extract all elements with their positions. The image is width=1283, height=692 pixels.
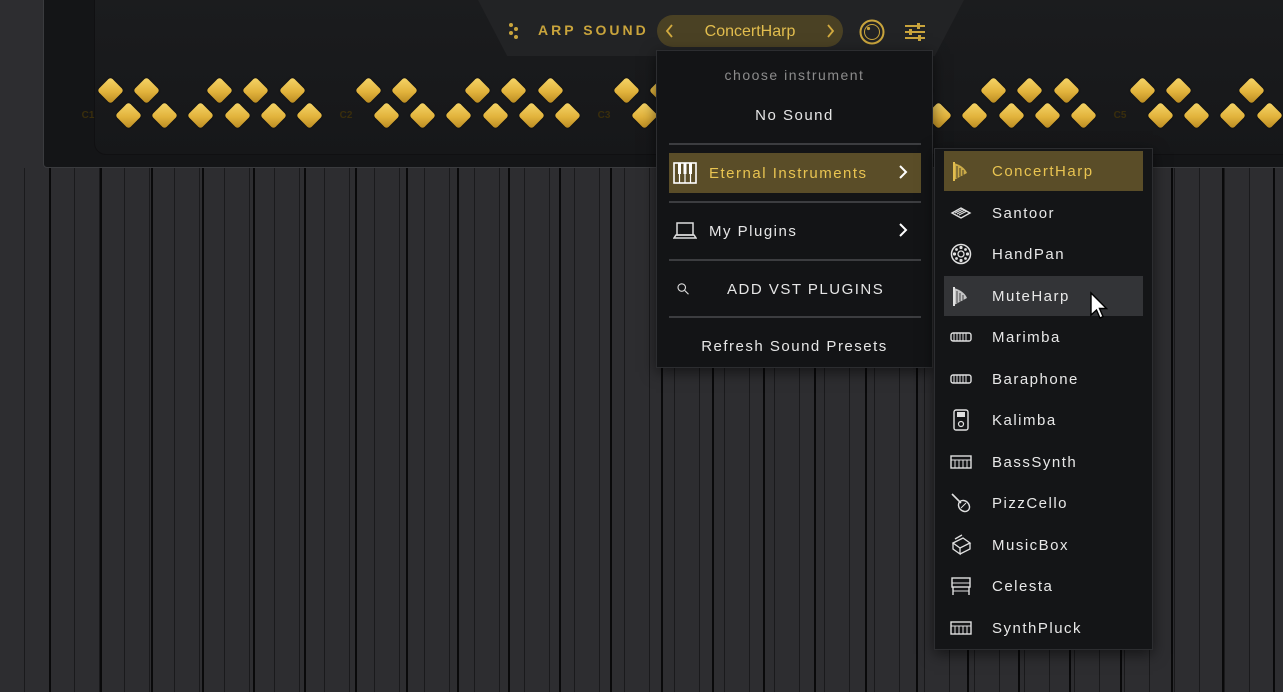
instrument-label: Marimba: [992, 329, 1061, 346]
add-vst-plugins-option[interactable]: ADD VST PLUGINS: [669, 269, 921, 309]
menu-divider: [669, 316, 921, 318]
my-plugins-option[interactable]: My Plugins: [669, 211, 921, 251]
menu-divider: [669, 201, 921, 203]
harp-icon: [953, 162, 967, 181]
handpan-icon: [950, 243, 972, 265]
instrument-label: PizzCello: [992, 495, 1069, 512]
add-vst-label: ADD VST PLUGINS: [727, 281, 885, 298]
santoor-icon: [950, 206, 972, 219]
sliders-icon[interactable]: [903, 21, 927, 43]
instrument-item-baraphone[interactable]: Baraphone: [944, 359, 1143, 399]
eternal-instruments-option[interactable]: Eternal Instruments: [669, 153, 921, 193]
celesta-icon: [951, 577, 971, 595]
instrument-menu: choose instrument No Sound Eternal Instr…: [656, 50, 933, 368]
instrument-item-synthpluck[interactable]: SynthPluck: [944, 608, 1143, 648]
arp-dots-icon: [509, 23, 518, 39]
instrument-item-marimba[interactable]: Marimba: [944, 317, 1143, 357]
instrument-item-celesta[interactable]: Celesta: [944, 566, 1143, 606]
chevron-right-icon: [899, 223, 908, 237]
instrument-item-concertharp[interactable]: ConcertHarp: [944, 151, 1143, 191]
instrument-label: MusicBox: [992, 536, 1070, 554]
instrument-item-handpan[interactable]: HandPan: [944, 234, 1143, 274]
arp-sound-label: ARP SOUND: [538, 22, 649, 38]
synth-keyboard-icon: [950, 620, 972, 635]
instrument-label: SynthPluck: [992, 619, 1083, 637]
instrument-label: Kalimba: [992, 412, 1057, 429]
instrument-label: ConcertHarp: [992, 163, 1094, 180]
eternal-instruments-label: Eternal Instruments: [709, 165, 868, 182]
menu-divider: [669, 259, 921, 261]
harp-icon: [953, 286, 967, 306]
instrument-item-muteharp[interactable]: MuteHarp: [944, 275, 1143, 316]
chevron-right-icon: [899, 165, 908, 179]
cello-icon: [951, 493, 971, 513]
instrument-label: HandPan: [992, 246, 1066, 263]
piano-keys-icon: [673, 162, 697, 184]
menu-divider: [669, 143, 921, 145]
my-plugins-label: My Plugins: [709, 223, 798, 240]
preset-selector[interactable]: ConcertHarp: [657, 15, 843, 47]
instrument-item-kalimba[interactable]: Kalimba: [944, 400, 1143, 440]
no-sound-option[interactable]: No Sound: [657, 107, 932, 124]
instrument-label: Baraphone: [992, 370, 1079, 388]
search-icon: [677, 283, 689, 295]
marimba-icon: [950, 373, 972, 384]
refresh-presets-option[interactable]: Refresh Sound Presets: [657, 338, 932, 355]
kalimba-icon: [953, 409, 969, 431]
musicbox-icon: [951, 533, 972, 555]
instrument-label: MuteHarp: [992, 287, 1070, 305]
menu-title: choose instrument: [724, 67, 865, 83]
instrument-item-basssynth[interactable]: BassSynth: [944, 442, 1143, 482]
eternal-instruments-submenu: ConcertHarp Santoor HandPan MuteHarp Marimba…: [934, 148, 1153, 650]
instrument-item-musicbox[interactable]: MusicBox: [944, 525, 1143, 565]
instrument-label: Celesta: [992, 578, 1054, 595]
instrument-label: Santoor: [992, 204, 1056, 222]
preset-name[interactable]: ConcertHarp: [657, 23, 843, 41]
instrument-label: BassSynth: [992, 453, 1078, 471]
instrument-item-santoor[interactable]: Santoor: [944, 193, 1143, 233]
instrument-item-pizzcello[interactable]: PizzCello: [944, 483, 1143, 523]
chevron-right-icon[interactable]: [823, 21, 837, 41]
marimba-icon: [950, 332, 972, 342]
knob-icon[interactable]: [859, 19, 885, 45]
laptop-icon: [673, 222, 697, 239]
synth-keyboard-icon: [950, 454, 972, 469]
